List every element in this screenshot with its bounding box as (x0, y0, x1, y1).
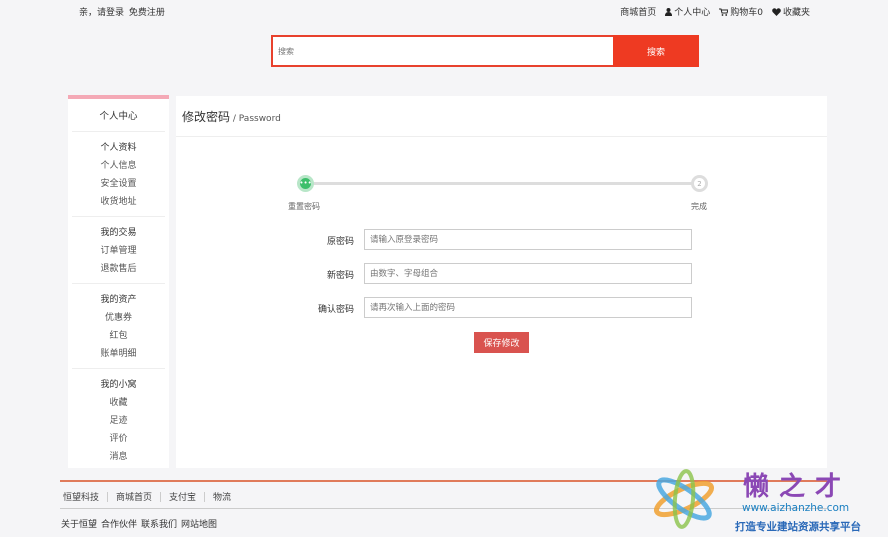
register-link[interactable]: 免费注册 (129, 8, 165, 18)
favorites-label: 收藏夹 (782, 8, 810, 18)
sidebar-item-reviews[interactable]: 评价 (72, 430, 165, 448)
top-bar: 亲，请登录 免费注册 商城首页 个人中心 购物车0 收藏夹 (0, 0, 888, 22)
favorites-link[interactable]: 收藏夹 (772, 5, 810, 18)
sidebar-item-address[interactable]: 收货地址 (72, 193, 165, 211)
cart-label: 购物车0 (730, 8, 763, 18)
old-password-input[interactable] (364, 229, 692, 250)
sidebar-group-assets: 我的资产 优惠券 红包 账单明细 (72, 284, 165, 369)
confirm-password-input[interactable] (364, 297, 692, 318)
search-button[interactable]: 搜索 (613, 35, 699, 67)
sidebar-item-personal-info[interactable]: 个人信息 (72, 157, 165, 175)
progress-line (304, 182, 698, 185)
sidebar-group-header: 我的小窝 (100, 380, 137, 390)
sidebar-group-header: 我的交易 (100, 228, 137, 238)
watermark-slogan: 打造专业建站资源共享平台 (735, 521, 861, 533)
footer-link-sitemap[interactable]: 网站地图 (181, 517, 217, 530)
sidebar-item-red-packets[interactable]: 红包 (72, 327, 165, 345)
sidebar-group-trade: 我的交易 订单管理 退款售后 (72, 217, 165, 284)
search-input[interactable] (271, 35, 613, 67)
footer-separator (107, 491, 109, 502)
sidebar: 个人中心 个人资料 个人信息 安全设置 收货地址 我的交易 订单管理 退款售后 … (68, 95, 169, 468)
footer-link-partners[interactable]: 合作伙伴 (101, 517, 137, 530)
cart-link[interactable]: 购物车0 (719, 5, 763, 18)
save-button[interactable]: 保存修改 (474, 332, 529, 353)
top-bar-right: 商城首页 个人中心 购物车0 收藏夹 (620, 5, 810, 18)
sidebar-item-bills[interactable]: 账单明细 (72, 345, 165, 363)
watermark: 懒之才 www.aizhanzhe.com 打造专业建站资源共享平台 (648, 462, 888, 537)
new-password-row: 新密码 (296, 263, 696, 285)
old-password-label: 原密码 (326, 237, 354, 247)
footer-link-home[interactable]: 商城首页 (116, 490, 152, 503)
confirm-password-row: 确认密码 (296, 297, 696, 319)
sidebar-item-security[interactable]: 安全设置 (72, 175, 165, 193)
user-icon (665, 7, 673, 16)
user-center-link[interactable]: 个人中心 (665, 5, 710, 18)
watermark-title: 懒之才 (743, 472, 852, 502)
sidebar-item-orders[interactable]: 订单管理 (72, 242, 165, 260)
sidebar-group-header: 个人资料 (100, 143, 137, 153)
footer-link-about[interactable]: 关于恒望 (61, 517, 97, 530)
sidebar-group-header: 我的资产 (100, 295, 137, 305)
sidebar-item-refunds[interactable]: 退款售后 (72, 260, 165, 278)
footer-link-logistics[interactable]: 物流 (213, 490, 231, 503)
step-current-dot: ••• (297, 175, 314, 192)
step-label-done: 完成 (691, 202, 707, 211)
sidebar-title[interactable]: 个人中心 (72, 99, 165, 132)
step-label-reset: 重置密码 (288, 202, 320, 211)
confirm-password-label: 确认密码 (317, 305, 354, 315)
old-password-row: 原密码 (296, 229, 696, 251)
footer-link-contact[interactable]: 联系我们 (141, 517, 177, 530)
sidebar-item-footprints[interactable]: 足迹 (72, 412, 165, 430)
new-password-input[interactable] (364, 263, 692, 284)
watermark-url: www.aizhanzhe.com (742, 502, 850, 514)
user-center-label: 个人中心 (674, 8, 711, 18)
search-bar: 搜索 (271, 35, 699, 67)
top-bar-left: 亲，请登录 免费注册 (79, 5, 167, 18)
cart-icon (719, 8, 729, 16)
step-next-dot: 2 (691, 175, 708, 192)
footer-link-company[interactable]: 恒望科技 (63, 490, 99, 503)
sidebar-item-collections[interactable]: 收藏 (72, 394, 165, 412)
home-link[interactable]: 商城首页 (620, 5, 656, 18)
progress-steps: ••• 2 重置密码 完成 原密码 新密码 确认密码 保存修改 (176, 96, 827, 468)
footer-separator (204, 491, 206, 502)
login-link[interactable]: 亲，请登录 (79, 8, 124, 18)
heart-icon (772, 7, 781, 16)
footer-separator (160, 491, 162, 502)
sidebar-group-profile: 个人资料 个人信息 安全设置 收货地址 (72, 132, 165, 217)
watermark-logo-icon (653, 469, 715, 529)
sidebar-group-nest: 我的小窝 收藏 足迹 评价 消息 (72, 369, 165, 471)
footer-link-alipay[interactable]: 支付宝 (169, 490, 196, 503)
sidebar-item-messages[interactable]: 消息 (72, 448, 165, 466)
sidebar-item-coupons[interactable]: 优惠券 (72, 309, 165, 327)
new-password-label: 新密码 (326, 271, 354, 281)
main-panel: 修改密码 / Password ••• 2 重置密码 完成 原密码 新密码 确认… (176, 96, 827, 468)
